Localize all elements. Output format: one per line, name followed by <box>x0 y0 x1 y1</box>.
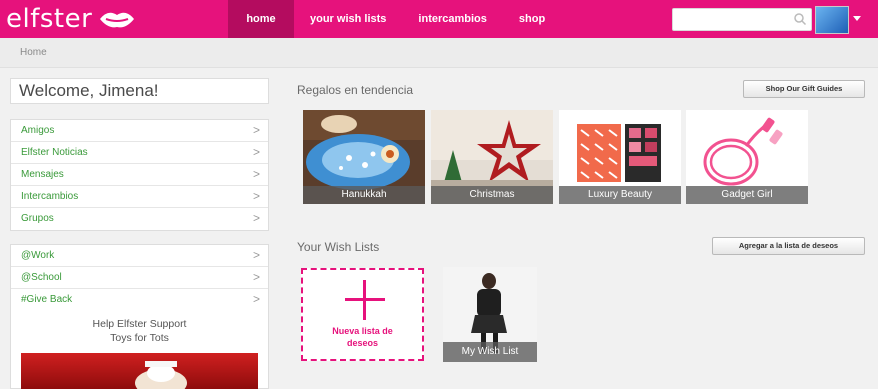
sidebar-menu-main: Amigos > Elfster Noticias > Mensajes > Inte… <box>10 119 269 231</box>
support-panel: Help Elfster Support Toys for Tots <box>10 311 269 389</box>
chevron-right-icon: > <box>252 189 260 203</box>
sidebar-item-label: @Work <box>21 250 55 261</box>
sidebar-item-school[interactable]: @School > <box>11 267 268 289</box>
trending-title: Regalos en tendencia <box>297 83 414 97</box>
wish-lists-title: Your Wish Lists <box>297 240 380 254</box>
sidebar-item-give-back[interactable]: #Give Back > <box>11 289 268 311</box>
new-wishlist-label-line-1: Nueva lista de <box>332 326 393 336</box>
sidebar-item-intercambios[interactable]: Intercambios > <box>11 186 268 208</box>
main-nav: home your wish lists intercambios shop <box>228 0 561 38</box>
wishlist-tile-my-wish-list[interactable]: My Wish List <box>443 267 537 362</box>
chevron-right-icon: > <box>252 167 260 181</box>
shop-gift-guides-button[interactable]: Shop Our Gift Guides <box>743 80 865 98</box>
new-wishlist-button[interactable]: Nueva lista de deseos <box>301 268 424 361</box>
chevron-right-icon: > <box>252 123 260 137</box>
search-icon[interactable] <box>793 12 807 26</box>
gift-tile-christmas[interactable]: Christmas <box>431 110 553 204</box>
chevron-down-icon[interactable] <box>853 16 861 21</box>
support-line-1: Help Elfster Support <box>92 318 187 330</box>
add-to-wishlist-button[interactable]: Agregar a la lista de deseos <box>712 237 865 255</box>
search-input[interactable] <box>673 9 791 30</box>
new-wishlist-label: Nueva lista de deseos <box>303 325 422 349</box>
gift-tile-luxury-beauty[interactable]: Luxury Beauty <box>559 110 681 204</box>
nav-intercambios[interactable]: intercambios <box>402 0 502 38</box>
sidebar-menu-groups: @Work > @School > #Give Back > <box>10 244 269 312</box>
nav-shop[interactable]: shop <box>503 0 561 38</box>
chevron-right-icon: > <box>252 270 260 284</box>
tile-caption: Hanukkah <box>303 186 425 204</box>
sidebar-item-label: Elfster Noticias <box>21 147 88 158</box>
breadcrumb[interactable]: Home <box>20 47 47 58</box>
sidebar-item-mensajes[interactable]: Mensajes > <box>11 164 268 186</box>
welcome-message: Welcome, Jimena! <box>10 78 269 104</box>
plus-icon-vertical <box>363 280 366 320</box>
tile-caption: Christmas <box>431 186 553 204</box>
sidebar-item-label: Intercambios <box>21 191 79 202</box>
lips-logo-icon <box>100 12 135 28</box>
tile-caption: Gadget Girl <box>686 186 808 204</box>
chevron-right-icon: > <box>252 292 260 306</box>
toys-for-tots-banner[interactable] <box>21 353 258 389</box>
chevron-right-icon: > <box>252 248 260 262</box>
breadcrumb-bar: Home <box>0 38 878 68</box>
sidebar-item-work[interactable]: @Work > <box>11 245 268 267</box>
sidebar-item-label: Amigos <box>21 125 55 136</box>
sidebar-item-amigos[interactable]: Amigos > <box>11 120 268 142</box>
user-avatar[interactable] <box>815 6 849 34</box>
sidebar-item-label: Grupos <box>21 213 54 224</box>
tile-caption: My Wish List <box>443 342 537 362</box>
chevron-right-icon: > <box>252 145 260 159</box>
logo-text: elfster <box>6 4 93 34</box>
nav-your-wish-lists[interactable]: your wish lists <box>294 0 402 38</box>
nav-home[interactable]: home <box>228 0 294 38</box>
top-navigation-bar: elfster home your wish lists intercambio… <box>0 0 878 38</box>
gift-tile-hanukkah[interactable]: Hanukkah <box>303 110 425 204</box>
tile-caption: Luxury Beauty <box>559 186 681 204</box>
elfster-logo[interactable]: elfster <box>6 4 136 34</box>
sidebar-item-label: Mensajes <box>21 169 64 180</box>
new-wishlist-label-line-2: deseos <box>346 338 379 348</box>
sidebar-item-grupos[interactable]: Grupos > <box>11 208 268 230</box>
support-text: Help Elfster Support Toys for Tots <box>11 311 268 345</box>
sidebar-item-label: @School <box>21 272 62 283</box>
support-line-2: Toys for Tots <box>110 332 169 344</box>
sidebar-item-label: #Give Back <box>21 294 73 305</box>
sidebar-item-elfster-noticias[interactable]: Elfster Noticias > <box>11 142 268 164</box>
search-box <box>672 8 812 31</box>
chevron-right-icon: > <box>252 211 260 225</box>
gift-tile-gadget-girl[interactable]: Gadget Girl <box>686 110 808 204</box>
